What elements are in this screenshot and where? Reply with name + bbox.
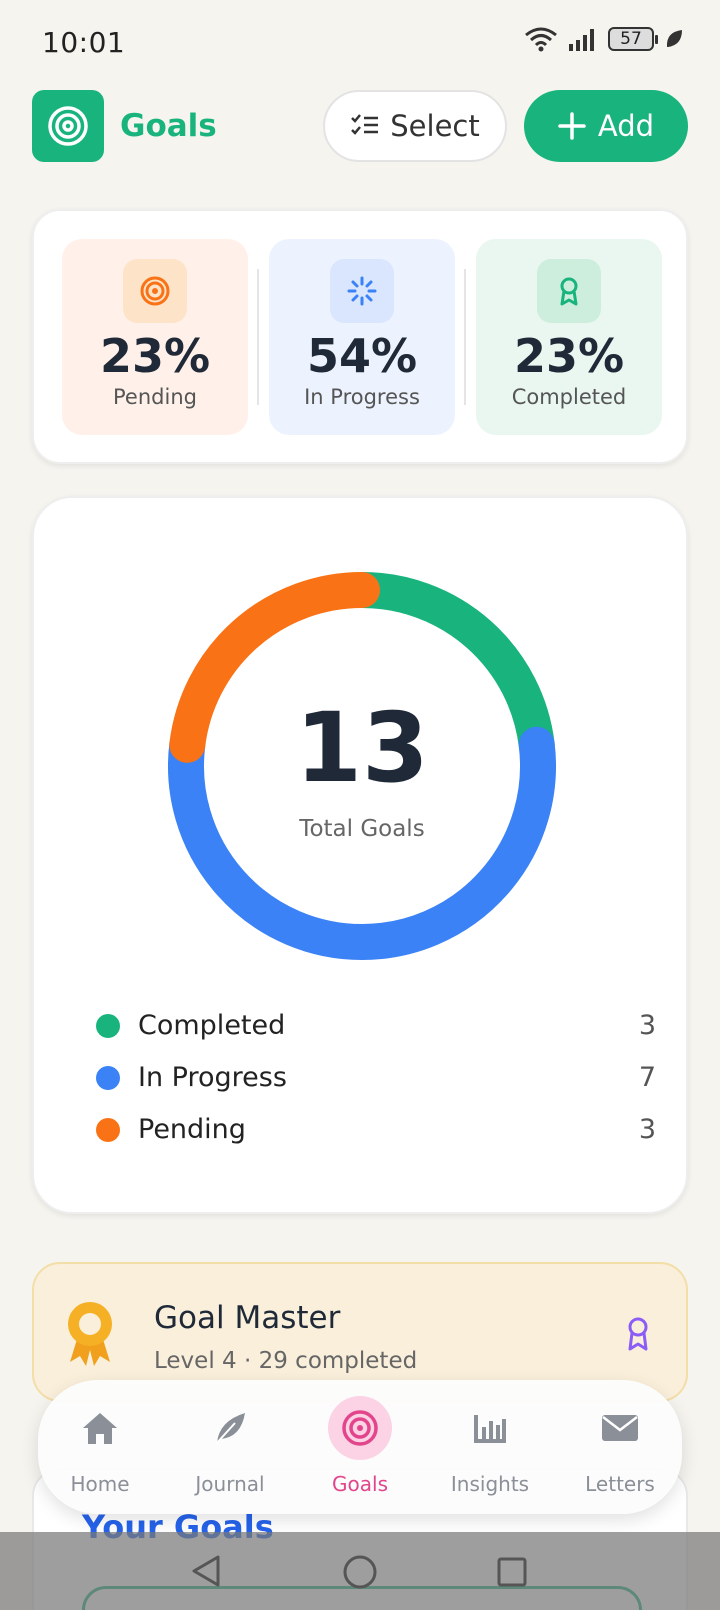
plus-icon: [558, 112, 586, 140]
legend-item-completed: Completed 3: [96, 1006, 656, 1046]
select-button[interactable]: Select: [323, 90, 507, 162]
battery-icon: 57: [608, 27, 658, 51]
legend-dot: [96, 1066, 120, 1090]
legend-item-in-progress: In Progress 7: [96, 1058, 656, 1098]
nav-journal[interactable]: Journal: [168, 1380, 292, 1514]
legend-name: Pending: [138, 1114, 246, 1145]
legend-value: 3: [638, 1114, 656, 1145]
home-icon: [83, 1413, 117, 1444]
stats-card: 23% Pending 54% In Progress 23% Complete…: [32, 209, 688, 464]
stat-percent: 54%: [306, 329, 418, 383]
status-time: 10:01: [42, 26, 126, 59]
stat-completed[interactable]: 23% Completed: [476, 239, 662, 435]
bar-chart-icon: [474, 1415, 506, 1443]
nav-label: Journal: [195, 1472, 265, 1496]
divider: [464, 269, 466, 405]
stat-label: Completed: [511, 385, 627, 409]
recents-icon[interactable]: [496, 1556, 528, 1588]
nav-label: Goals: [332, 1472, 388, 1496]
nav-insights[interactable]: Insights: [428, 1380, 552, 1514]
legend-name: In Progress: [138, 1062, 287, 1093]
legend-value: 3: [638, 1010, 656, 1041]
nav-letters[interactable]: Letters: [558, 1380, 682, 1514]
stat-pending[interactable]: 23% Pending: [62, 239, 248, 435]
page-title: Goals: [120, 108, 217, 144]
legend-dot: [96, 1118, 120, 1142]
chart-card: 13 Total Goals Completed 3 In Progress 7…: [32, 496, 688, 1214]
medal-icon: [68, 1302, 112, 1366]
header: Goals Select Add: [32, 90, 688, 162]
nav-label: Home: [70, 1472, 130, 1496]
select-button-label: Select: [390, 109, 480, 143]
target-icon: [140, 276, 170, 306]
stat-in-progress[interactable]: 54% In Progress: [269, 239, 455, 435]
nav-home[interactable]: Home: [38, 1380, 162, 1514]
achievement-subtitle: Level 4 · 29 completed: [154, 1348, 418, 1374]
app-logo: [32, 90, 104, 162]
leaf-icon: [666, 30, 682, 47]
system-nav-bar: [0, 1532, 720, 1610]
legend-dot: [96, 1014, 120, 1038]
nav-goals[interactable]: Goals: [298, 1380, 422, 1514]
back-icon[interactable]: [190, 1554, 222, 1588]
legend-value: 7: [638, 1062, 656, 1093]
total-goals-count: 13: [295, 692, 429, 804]
achievement-title: Goal Master: [154, 1300, 341, 1336]
stat-label: In Progress: [304, 385, 420, 409]
nav-label: Letters: [585, 1472, 655, 1496]
status-bar: 10:01 57: [0, 0, 720, 84]
feather-icon: [214, 1413, 245, 1446]
total-goals-label: Total Goals: [299, 816, 425, 842]
wifi-icon: [525, 27, 557, 52]
signal-icon: [569, 29, 594, 51]
mail-icon: [602, 1415, 638, 1441]
legend-name: Completed: [138, 1010, 286, 1041]
loader-icon: [347, 276, 377, 306]
add-button-label: Add: [597, 109, 655, 143]
award-icon: [560, 277, 578, 306]
bottom-nav: Home Journal Goals Insights Letters: [38, 1380, 682, 1514]
stat-label: Pending: [113, 385, 197, 409]
checklist-icon: [351, 114, 379, 135]
home-circle-icon[interactable]: [342, 1554, 378, 1590]
target-icon: [342, 1410, 378, 1446]
stat-percent: 23%: [99, 329, 211, 383]
award-icon: [628, 1317, 648, 1351]
legend-item-pending: Pending 3: [96, 1110, 656, 1150]
add-button[interactable]: Add: [524, 90, 688, 162]
target-icon: [48, 106, 88, 146]
status-icons: 57: [524, 26, 684, 52]
nav-label: Insights: [450, 1472, 530, 1496]
divider: [257, 269, 259, 405]
stat-percent: 23%: [513, 329, 625, 383]
